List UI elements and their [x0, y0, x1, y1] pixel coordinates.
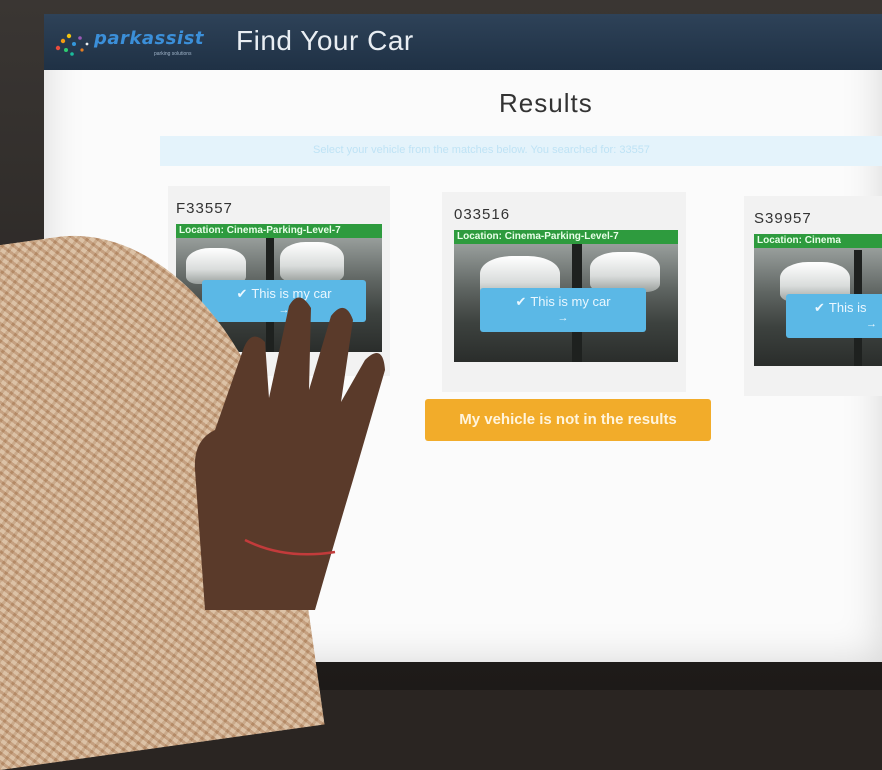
card-plate: F33557	[176, 200, 233, 217]
card-plate: 033516	[454, 206, 511, 223]
page-title: Results	[499, 88, 593, 118]
check-icon: ✔	[814, 300, 825, 315]
vehicle-not-in-results-button[interactable]: My vehicle is not in the results	[425, 399, 711, 441]
logo-text: parkassist	[94, 28, 204, 49]
check-icon: ✔	[515, 294, 527, 309]
hand-image	[194, 297, 385, 610]
location-banner: Location: Cinema-Parking-Level-7	[176, 224, 382, 238]
arrow-right-icon: →	[866, 318, 877, 330]
parkassist-logo: parkassist parking solutions	[52, 24, 222, 60]
logo-dots-icon	[55, 33, 89, 56]
select-button-label: This is	[828, 300, 867, 315]
instruction-bar: Select your vehicle from the matches bel…	[160, 136, 882, 166]
location-banner: Location: Cinema	[754, 234, 882, 248]
this-is-my-car-button[interactable]: ✔ This is my car →	[480, 288, 646, 332]
this-is-my-car-button[interactable]: ✔ This is →	[786, 294, 882, 338]
header-bar: parkassist parking solutions Find Your C…	[44, 14, 882, 70]
result-card: 033516 Location: Cinema-Parking-Level-7 …	[442, 192, 686, 392]
logo-subtitle: parking solutions	[154, 51, 192, 57]
car-photo: Location: Cinema ✔ This is →	[754, 234, 882, 366]
arrow-right-icon: →	[557, 312, 569, 324]
location-banner: Location: Cinema-Parking-Level-7	[454, 230, 678, 244]
car-photo: Location: Cinema-Parking-Level-7 ✔ This i…	[454, 230, 678, 362]
instruction-text: Select your vehicle from the matches bel…	[313, 144, 650, 156]
app-title: Find Your Car	[236, 25, 414, 56]
select-button-label: This is my car	[530, 294, 611, 309]
result-card: S39957 Location: Cinema ✔ This is →	[744, 196, 882, 396]
card-plate: S39957	[754, 210, 812, 227]
